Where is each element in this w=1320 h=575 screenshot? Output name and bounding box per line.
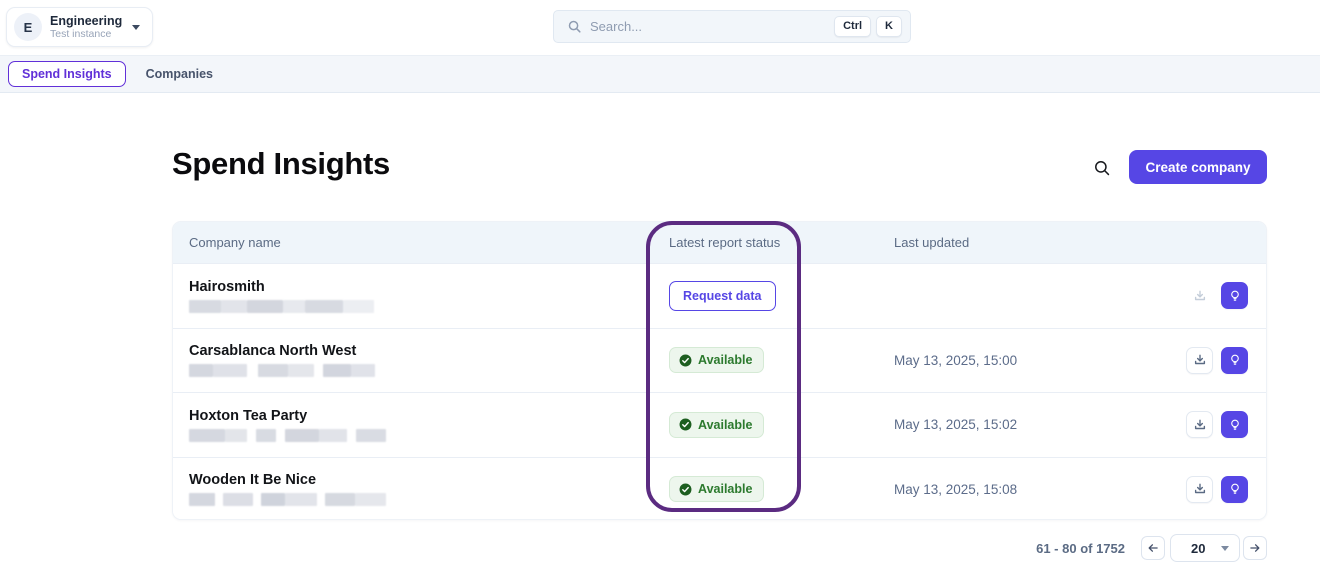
company-name: Wooden It Be Nice: [189, 472, 317, 489]
workspace-avatar: E: [14, 13, 42, 41]
table-row[interactable]: Hairosmith Request data: [173, 263, 1266, 328]
nav-tab-bar: Spend Insights Companies: [0, 55, 1320, 93]
table-row[interactable]: Wooden It Be Nice Available May 13, 2025…: [173, 456, 1266, 519]
status-badge-available: Available: [669, 347, 765, 374]
check-circle-icon: [679, 483, 692, 496]
arrow-left-icon: [1148, 544, 1158, 552]
app-screen: E Engineering Test instance Ctrl K Spend…: [0, 0, 1320, 575]
check-circle-icon: [679, 354, 692, 367]
chevron-down-icon: [132, 24, 141, 30]
table-row[interactable]: Carsablanca North West Available May 13,…: [173, 327, 1266, 392]
tab-companies[interactable]: Companies: [144, 61, 215, 87]
status-badge-available: Available: [669, 476, 765, 503]
pagination-range: 61 - 80 of 1752: [1036, 540, 1125, 556]
table-row[interactable]: Hoxton Tea Party Available May 13, 2025,…: [173, 392, 1266, 457]
last-updated: May 13, 2025, 15:02: [894, 417, 1018, 433]
spend-insights-button[interactable]: [1221, 411, 1248, 439]
global-search[interactable]: Ctrl K: [553, 10, 911, 43]
redacted-text: [189, 299, 669, 313]
spend-insights-button[interactable]: [1221, 475, 1248, 503]
workspace-name: Engineering: [50, 13, 123, 28]
status-badge-available: Available: [669, 411, 765, 438]
company-name: Hoxton Tea Party: [189, 407, 308, 424]
search-icon: [1095, 161, 1110, 176]
spend-insights-button[interactable]: [1221, 346, 1248, 374]
redacted-text: [189, 364, 669, 378]
page-size-value: 20: [1191, 540, 1206, 556]
arrow-right-icon: [1250, 544, 1260, 552]
pagination: 61 - 80 of 1752 20: [0, 532, 1267, 564]
download-report-button: [1186, 282, 1213, 310]
redacted-text: [189, 493, 669, 507]
redacted-text: [189, 428, 669, 442]
column-header-company-name: Company name: [189, 235, 281, 250]
download-icon: [1194, 483, 1205, 494]
download-report-button[interactable]: [1186, 475, 1213, 503]
page-title: Spend Insights: [172, 146, 390, 181]
create-company-button[interactable]: Create company: [1129, 150, 1267, 184]
lightbulb-icon: [1230, 483, 1239, 495]
search-input[interactable]: [582, 19, 830, 34]
table-search-button[interactable]: [1090, 156, 1114, 180]
company-name: Hairosmith: [189, 278, 265, 295]
next-page-button[interactable]: [1243, 536, 1267, 560]
download-report-button[interactable]: [1186, 411, 1213, 439]
lightbulb-icon: [1230, 290, 1239, 301]
search-icon: [568, 20, 581, 33]
company-name: Carsablanca North West: [189, 343, 357, 360]
download-icon: [1194, 419, 1205, 429]
workspace-switcher[interactable]: E Engineering Test instance: [6, 7, 154, 47]
companies-table: Company name Latest report status Last u…: [172, 221, 1267, 520]
column-header-latest-report-status: Latest report status: [669, 235, 781, 250]
page-size-select[interactable]: 20: [1170, 534, 1240, 562]
workspace-subtitle: Test instance: [50, 28, 112, 41]
download-report-button[interactable]: [1186, 346, 1213, 374]
check-circle-icon: [679, 418, 692, 431]
last-updated: May 13, 2025, 15:00: [894, 352, 1018, 368]
spend-insights-button[interactable]: [1221, 282, 1248, 310]
download-icon: [1194, 354, 1205, 365]
download-icon: [1194, 290, 1205, 300]
tab-spend-insights[interactable]: Spend Insights: [8, 61, 126, 87]
chevron-down-icon: [1221, 545, 1229, 551]
last-updated: May 13, 2025, 15:08: [894, 481, 1018, 497]
table-header-row: Company name Latest report status Last u…: [173, 222, 1266, 263]
previous-page-button[interactable]: [1141, 536, 1165, 560]
workspace-texts: Engineering Test instance: [50, 14, 122, 40]
lightbulb-icon: [1230, 419, 1239, 430]
shortcut-ctrl-key: Ctrl: [834, 15, 872, 38]
lightbulb-icon: [1230, 354, 1239, 366]
shortcut-k-key: K: [876, 15, 902, 38]
column-header-last-updated: Last updated: [894, 235, 970, 250]
request-data-button[interactable]: Request data: [669, 280, 776, 311]
top-bar: E Engineering Test instance Ctrl K: [0, 0, 1320, 55]
